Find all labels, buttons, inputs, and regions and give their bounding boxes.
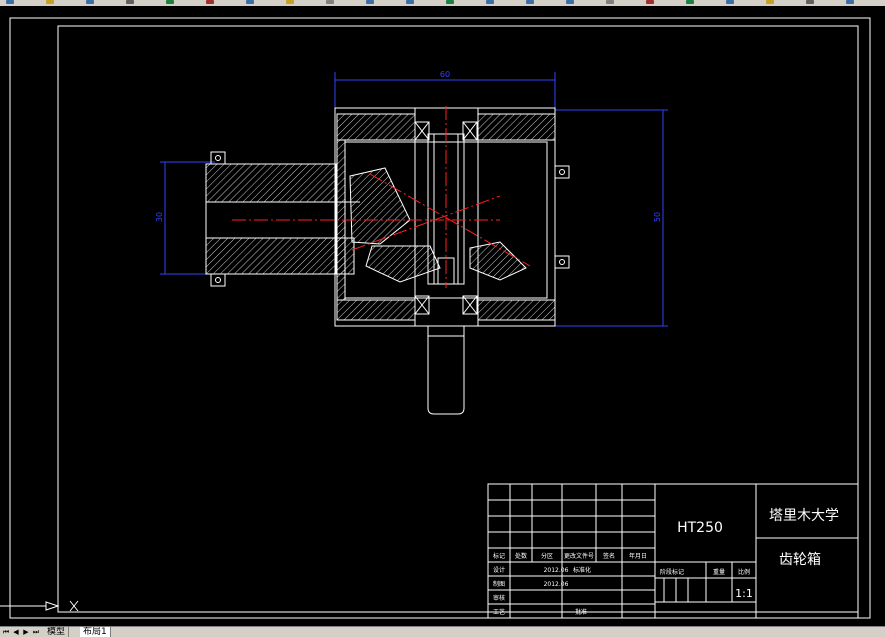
row-std-text: 标准化 (573, 566, 591, 574)
row-draw-text: 制图 (493, 580, 505, 588)
open-icon[interactable] (44, 0, 56, 5)
match-icon[interactable] (324, 0, 336, 5)
cut-icon[interactable] (204, 0, 216, 5)
dimension-width-label: 60 (440, 70, 450, 79)
dimension-height-right (555, 109, 668, 327)
dimension-right-label: 50 (653, 212, 662, 222)
row-date1-text: 2012.06 (544, 567, 569, 574)
tab-last-icon[interactable]: ⏭ (32, 628, 40, 636)
print-icon[interactable] (124, 0, 136, 5)
properties-icon[interactable] (604, 0, 616, 5)
change-header-3: 更改文件号 (564, 552, 594, 560)
zoom-window-icon[interactable] (524, 0, 536, 5)
scale-label-text: 比例 (738, 568, 750, 576)
row-check-text: 审核 (493, 594, 505, 602)
row-process-text: 工艺 (493, 608, 505, 616)
title-block (487, 483, 859, 619)
row-approve-text: 批准 (575, 608, 587, 616)
part-name-text: 齿轮箱 (779, 552, 821, 568)
zoom-previous-icon[interactable] (564, 0, 576, 5)
stage-label-text: 阶段标记 (660, 568, 684, 576)
sheet-inner-border (57, 25, 859, 613)
drawing-svg: 60 30 50 HT250 塔里木大学 齿轮箱 阶段标记 重量 比例 1:1 … (0, 17, 871, 619)
change-header-1: 处数 (515, 552, 527, 560)
ucs-icon (0, 600, 79, 612)
save-icon[interactable] (84, 0, 96, 5)
redo-icon[interactable] (404, 0, 416, 5)
school-text: 塔里木大学 (769, 508, 839, 524)
material-text: HT250 (677, 520, 723, 536)
design-center-icon[interactable] (644, 0, 656, 5)
layout-tabbar: ⏮ ◀ ▶ ⏭ 模型 布局1 (0, 626, 885, 637)
undo-icon[interactable] (364, 0, 376, 5)
help-icon[interactable] (844, 0, 856, 5)
change-header-4: 签名 (603, 552, 615, 560)
tab-first-icon[interactable]: ⏮ (2, 628, 10, 636)
calc-icon[interactable] (804, 0, 816, 5)
change-header-5: 年月日 (629, 552, 647, 560)
row-design-text: 设计 (493, 566, 505, 574)
tab-prev-icon[interactable]: ◀ (12, 628, 20, 636)
pan-icon[interactable] (444, 0, 456, 5)
change-header-0: 标记 (493, 552, 505, 560)
row-date2-text: 2012.06 (544, 581, 569, 588)
scale-value-text: 1:1 (735, 587, 753, 600)
sheet-set-icon[interactable] (724, 0, 736, 5)
weight-label-text: 重量 (713, 568, 725, 576)
preview-icon[interactable] (164, 0, 176, 5)
tool-palette-icon[interactable] (684, 0, 696, 5)
change-header-2: 分区 (541, 552, 553, 560)
tab-next-icon[interactable]: ▶ (22, 628, 30, 636)
dimension-left-label: 30 (155, 212, 164, 222)
new-icon[interactable] (4, 0, 16, 5)
copy-icon[interactable] (244, 0, 256, 5)
drawing-canvas[interactable]: 60 30 50 HT250 塔里木大学 齿轮箱 阶段标记 重量 比例 1:1 … (0, 6, 885, 626)
zoom-realtime-icon[interactable] (484, 0, 496, 5)
markup-icon[interactable] (764, 0, 776, 5)
paste-icon[interactable] (284, 0, 296, 5)
